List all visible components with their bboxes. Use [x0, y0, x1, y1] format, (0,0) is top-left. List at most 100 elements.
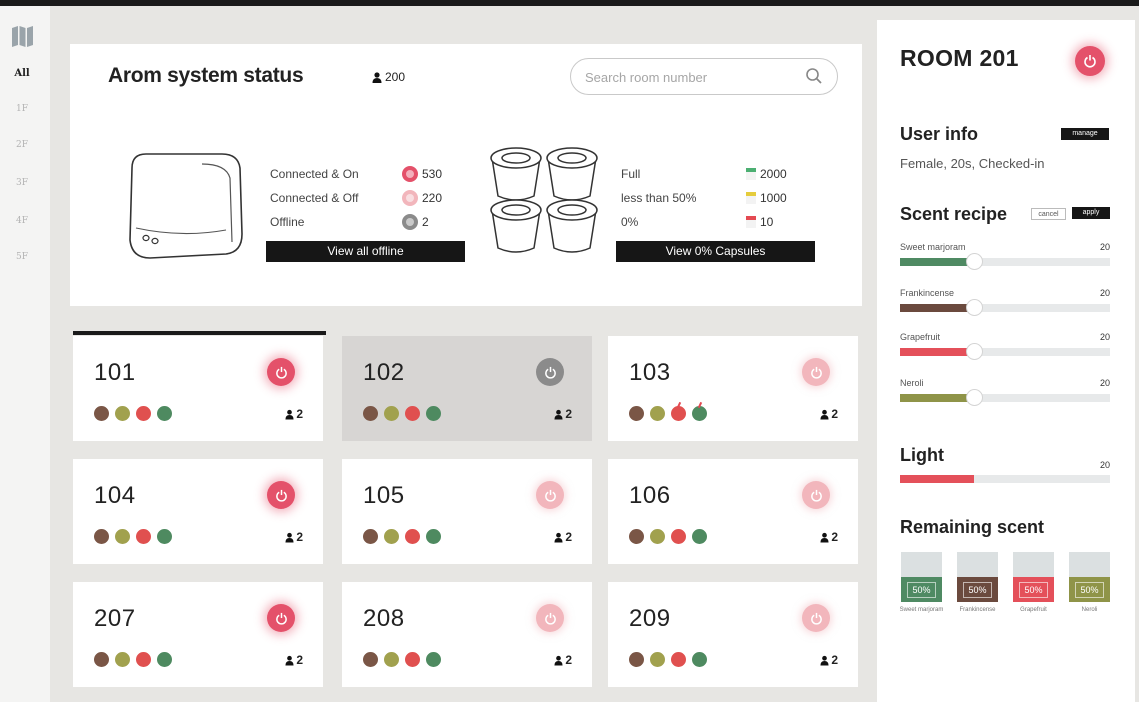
scent-dot [650, 652, 665, 667]
room-power-toggle[interactable] [536, 604, 564, 632]
room-occupants: 2 [820, 653, 838, 667]
scent-dot [671, 652, 686, 667]
power-icon [275, 489, 287, 502]
scent-dot [671, 529, 686, 544]
scent-dot [629, 652, 644, 667]
room-card[interactable]: 101 2 [73, 331, 326, 441]
power-icon [810, 489, 822, 502]
room-number: 207 [94, 605, 136, 632]
scent-value: 20 [1099, 242, 1110, 252]
room-card[interactable]: 105 2 [342, 459, 592, 564]
occupant-count: 2 [831, 407, 838, 421]
room-power-toggle[interactable] [536, 358, 564, 386]
room-card[interactable]: 104 2 [73, 459, 323, 564]
slider-track[interactable] [900, 343, 1110, 360]
manage-button[interactable]: manage [1061, 128, 1109, 140]
map-icon[interactable] [10, 24, 36, 48]
room-power-toggle[interactable] [267, 481, 295, 509]
user-info-heading: User info [900, 124, 979, 144]
room-card[interactable]: 106 2 [608, 459, 858, 564]
room-power-toggle[interactable] [802, 481, 830, 509]
room-occupants: 2 [554, 653, 572, 667]
slider-track[interactable] [900, 253, 1110, 270]
scent-dot [384, 652, 399, 667]
scent-dot [157, 652, 172, 667]
slider-track[interactable] [900, 299, 1110, 316]
floor-tab-4f[interactable]: 4F [0, 216, 44, 226]
view-offline-button[interactable]: View all offline [266, 241, 465, 262]
cancel-button[interactable]: cancel [1031, 208, 1066, 220]
occupant-count: 2 [831, 653, 838, 667]
scent-dot [157, 406, 172, 421]
room-power-toggle[interactable] [802, 604, 830, 632]
capsule-stats: Full 2000 less than 50% 1000 0% 10 [621, 162, 787, 234]
floor-tab-3f[interactable]: 3F [0, 178, 44, 188]
scent-dots [629, 652, 707, 667]
slider-track[interactable] [900, 389, 1110, 406]
scent-dots [629, 406, 707, 421]
room-occupants: 2 [285, 653, 303, 667]
remaining-scent-name: Neroli [1081, 607, 1098, 613]
room-card[interactable]: 209 2 [608, 582, 858, 687]
slider-fill [900, 304, 974, 312]
room-card[interactable]: 207 2 [73, 582, 323, 687]
room-card[interactable]: 208 2 [342, 582, 592, 687]
capsule-fill: 50% [901, 577, 942, 602]
room-number: 101 [94, 359, 136, 386]
light-track[interactable] [900, 475, 1110, 483]
device-stat-label: Connected & Off [270, 191, 359, 205]
floor-tab-2f[interactable]: 2F [0, 140, 44, 150]
capsule-fill: 50% [957, 577, 998, 602]
remaining-scent-name: Frankincense [959, 607, 996, 613]
room-card[interactable]: 103 2 [608, 336, 858, 441]
room-power-toggle[interactable] [267, 358, 295, 386]
floor-nav: All 1F 2F 3F 4F 5F [0, 6, 50, 702]
apply-button[interactable]: apply [1072, 207, 1110, 219]
room-card[interactable]: 102 2 [342, 336, 592, 441]
room-detail-title: ROOM 201 [900, 45, 1019, 71]
floor-tab-5f[interactable]: 5F [0, 252, 44, 262]
room-number: 102 [363, 359, 405, 386]
slider-handle[interactable] [966, 253, 983, 270]
scent-dot [384, 529, 399, 544]
device-stat-label: Offline [270, 215, 305, 229]
device-stat-offline: Offline 2 [270, 210, 442, 234]
power-icon [544, 489, 556, 502]
slider-handle[interactable] [966, 299, 983, 316]
scent-dot [94, 406, 109, 421]
search-icon[interactable] [805, 67, 823, 85]
room-power-toggle[interactable] [267, 604, 295, 632]
scent-dots [94, 652, 172, 667]
scent-dot [650, 529, 665, 544]
person-icon [820, 409, 829, 419]
user-description: Female, 20s, Checked-in [900, 156, 1045, 171]
slider-handle[interactable] [966, 343, 983, 360]
scent-dot [405, 406, 420, 421]
floor-tab-all[interactable]: All [0, 68, 44, 79]
scent-dot [629, 529, 644, 544]
scent-dots [629, 529, 707, 544]
page-title: Arom system status [108, 64, 304, 87]
device-stat-off: Connected & Off 220 [270, 186, 442, 210]
room-number: 103 [629, 359, 671, 386]
capsule-level: 50% [1013, 552, 1054, 602]
room-power-button[interactable] [1075, 46, 1105, 76]
scent-dot [671, 406, 686, 421]
person-icon [820, 655, 829, 665]
search-input[interactable] [585, 67, 795, 87]
room-occupants: 2 [554, 530, 572, 544]
total-users: 200 [372, 70, 405, 84]
capsule-level: 50% [901, 552, 942, 602]
total-users-count: 200 [385, 70, 406, 84]
view-empty-capsules-button[interactable]: View 0% Capsules [616, 241, 815, 262]
floor-tab-1f[interactable]: 1F [0, 104, 44, 114]
slider-handle[interactable] [966, 389, 983, 406]
room-occupants: 2 [820, 407, 838, 421]
scent-dot [94, 652, 109, 667]
scent-dot [363, 406, 378, 421]
scent-name: Neroli [900, 378, 924, 388]
room-power-toggle[interactable] [802, 358, 830, 386]
room-power-toggle[interactable] [536, 481, 564, 509]
room-occupants: 2 [285, 530, 303, 544]
scent-dot [136, 652, 151, 667]
